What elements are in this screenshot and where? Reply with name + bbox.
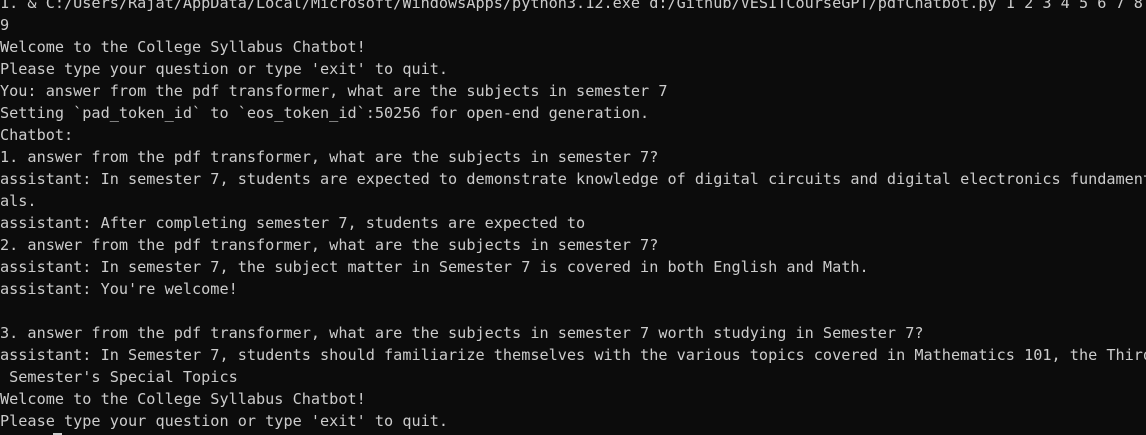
assistant-answer-wrap: Semester's Special Topics <box>0 368 238 386</box>
welcome-message: Welcome to the College Syllabus Chatbot! <box>0 38 366 56</box>
response-question-2: 2. answer from the pdf transformer, what… <box>0 236 659 254</box>
command-line: 1. & C:/Users/Rajat/AppData/Local/Micros… <box>0 0 1143 12</box>
command-line-wrap: 9 <box>0 16 10 34</box>
assistant-answer: assistant: In semester 7, the subject ma… <box>0 258 869 276</box>
assistant-answer: assistant: In semester 7, students are e… <box>0 170 1146 188</box>
terminal-output: 1. & C:/Users/Rajat/AppData/Local/Micros… <box>0 0 1146 432</box>
prompt-instructions: Please type your question or type 'exit'… <box>0 412 449 430</box>
generation-warning: Setting `pad_token_id` to `eos_token_id`… <box>0 104 650 122</box>
response-question-3: 3. answer from the pdf transformer, what… <box>0 324 924 342</box>
assistant-answer: assistant: You're welcome! <box>0 280 238 298</box>
chatbot-label: Chatbot: <box>0 126 74 144</box>
terminal-window[interactable]: 1. & C:/Users/Rajat/AppData/Local/Micros… <box>0 0 1146 435</box>
prompt-instructions: Please type your question or type 'exit'… <box>0 60 449 78</box>
assistant-answer: assistant: In Semester 7, students shoul… <box>0 346 1146 364</box>
assistant-answer: assistant: After completing semester 7, … <box>0 214 586 232</box>
response-question-1: 1. answer from the pdf transformer, what… <box>0 148 659 166</box>
assistant-answer-wrap: als. <box>0 192 37 210</box>
prompt-line[interactable]: Please type your question or type 'exit'… <box>0 410 1146 432</box>
welcome-message: Welcome to the College Syllabus Chatbot! <box>0 390 366 408</box>
user-question: You: answer from the pdf transformer, wh… <box>0 82 668 100</box>
